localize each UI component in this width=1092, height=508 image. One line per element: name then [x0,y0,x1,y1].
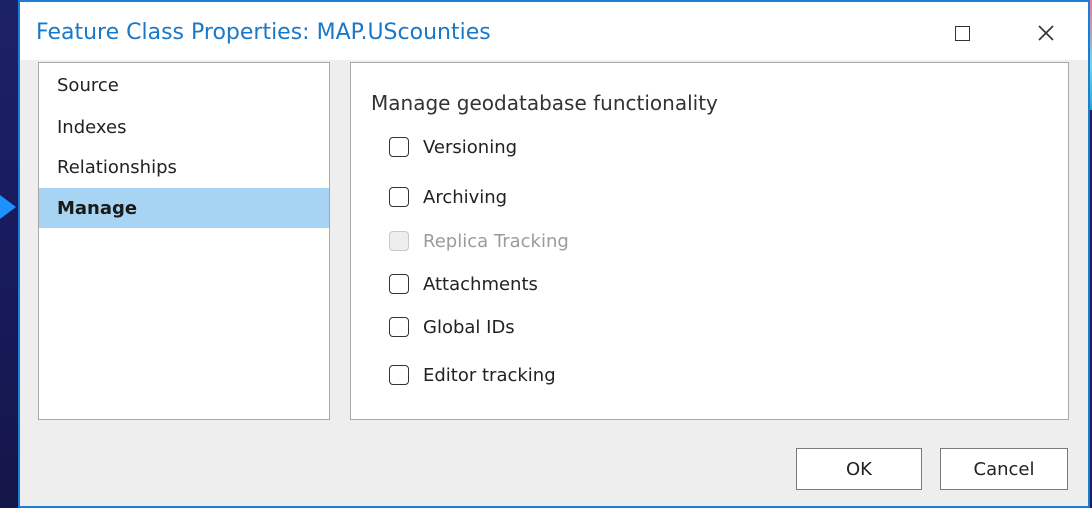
ok-button[interactable]: OK [796,448,922,490]
archiving-option[interactable]: Archiving [389,182,507,212]
manage-panel: Manage geodatabase functionality Version… [350,62,1069,420]
maximize-icon [954,25,970,41]
nav-item-label: Relationships [57,156,177,178]
versioning-checkbox[interactable] [389,137,409,157]
nav-item-source[interactable]: Source [39,65,329,105]
global-ids-checkbox[interactable] [389,317,409,337]
close-icon [1038,25,1054,41]
title-bar: Feature Class Properties: MAP.UScounties [20,2,1088,60]
section-title: Manage geodatabase functionality [371,91,718,115]
versioning-option[interactable]: Versioning [389,132,517,162]
global-ids-option[interactable]: Global IDs [389,312,515,342]
dialog-title: Feature Class Properties: MAP.UScounties [36,20,491,45]
editor-tracking-label: Editor tracking [423,364,556,386]
editor-tracking-checkbox[interactable] [389,365,409,385]
replica-tracking-option: Replica Tracking [389,226,569,256]
nav-item-manage[interactable]: Manage [39,188,329,228]
close-button[interactable] [1026,16,1066,50]
attachments-option[interactable]: Attachments [389,269,538,299]
editor-tracking-option[interactable]: Editor tracking [389,360,556,390]
cancel-button[interactable]: Cancel [940,448,1068,490]
attachments-label: Attachments [423,273,538,295]
arrow-icon [0,195,16,219]
replica-tracking-label: Replica Tracking [423,230,569,252]
properties-nav: Source Indexes Relationships Manage [38,62,330,420]
replica-tracking-checkbox [389,231,409,251]
archiving-checkbox[interactable] [389,187,409,207]
versioning-label: Versioning [423,136,518,158]
global-ids-label: Global IDs [423,316,515,338]
background-left [0,0,20,508]
nav-item-label: Manage [57,197,138,219]
nav-item-label: Source [57,74,119,96]
nav-item-label: Indexes [57,116,127,138]
nav-item-relationships[interactable]: Relationships [39,147,329,187]
maximize-button[interactable] [942,16,982,50]
nav-item-indexes[interactable]: Indexes [39,107,329,147]
feature-class-properties-dialog: Feature Class Properties: MAP.UScounties… [18,0,1090,508]
archiving-label: Archiving [423,186,508,208]
attachments-checkbox[interactable] [389,274,409,294]
